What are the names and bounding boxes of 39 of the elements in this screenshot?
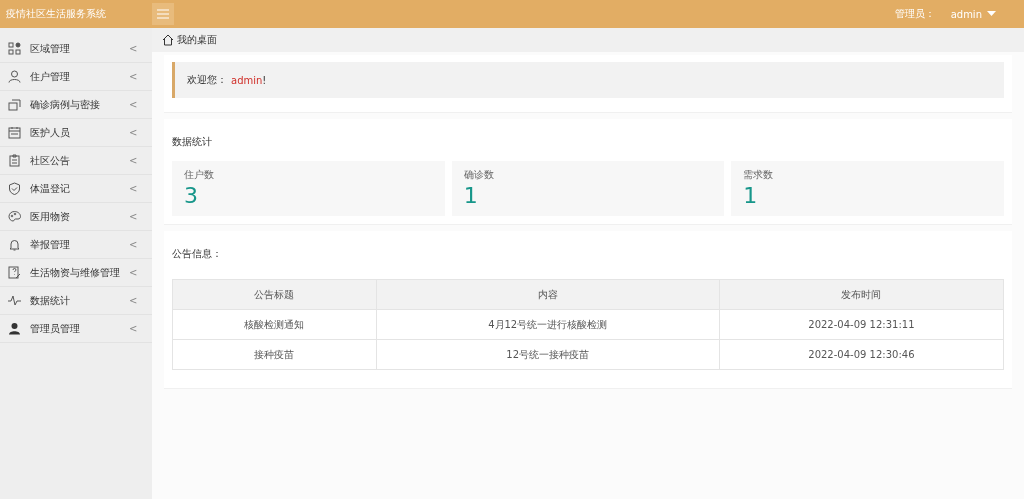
caret-icon <box>987 11 996 17</box>
stat-value: 1 <box>463 183 479 210</box>
stat-label: 住户数 <box>184 168 215 182</box>
table-cell: 12号统一接种疫苗 <box>376 339 720 370</box>
calendar-icon <box>8 126 21 139</box>
palette-icon <box>8 210 21 223</box>
sidebar-item[interactable]: 区域管理 < <box>0 35 152 63</box>
welcome-message: 欢迎您： admin! <box>172 62 1004 98</box>
table-cell: 2022-04-09 12:30:46 <box>719 339 1004 370</box>
menu-button[interactable] <box>152 3 174 25</box>
column-header: 内容 <box>376 279 720 310</box>
edit-icon <box>8 266 21 279</box>
home-icon <box>162 34 174 46</box>
stat-label: 需求数 <box>743 168 775 182</box>
person-icon <box>8 70 21 83</box>
clipboard-icon <box>8 154 21 167</box>
user-icon <box>8 322 21 335</box>
sidebar-item[interactable]: 社区公告 < <box>0 147 152 175</box>
menu-icon <box>157 9 169 19</box>
column-header: 发布时间 <box>719 279 1004 310</box>
table-cell: 核酸检测通知 <box>172 309 377 340</box>
app-title: 疫情社区生活服务系统 <box>5 7 107 21</box>
table-cell: 4月12号统一进行核酸检测 <box>376 309 720 340</box>
column-header: 公告标题 <box>172 279 377 310</box>
user-label: 管理员： <box>894 7 935 21</box>
breadcrumb-link[interactable]: 我的桌面 <box>162 33 217 47</box>
shield-icon <box>8 182 21 195</box>
screens-icon <box>8 98 21 111</box>
pulse-icon <box>8 294 21 307</box>
stat-label: 确诊数 <box>463 168 495 182</box>
section-title: 数据统计 <box>172 135 213 149</box>
table-cell: 2022-04-09 12:31:11 <box>719 309 1004 340</box>
grid-icon <box>8 42 21 55</box>
bell-icon <box>8 238 21 251</box>
section-title: 公告信息： <box>172 247 223 261</box>
sidebar-item[interactable]: 医护人员 < <box>0 119 152 147</box>
stat-value: 1 <box>743 183 759 210</box>
table-cell: 接种疫苗 <box>172 339 377 370</box>
stat-value: 3 <box>184 183 199 210</box>
